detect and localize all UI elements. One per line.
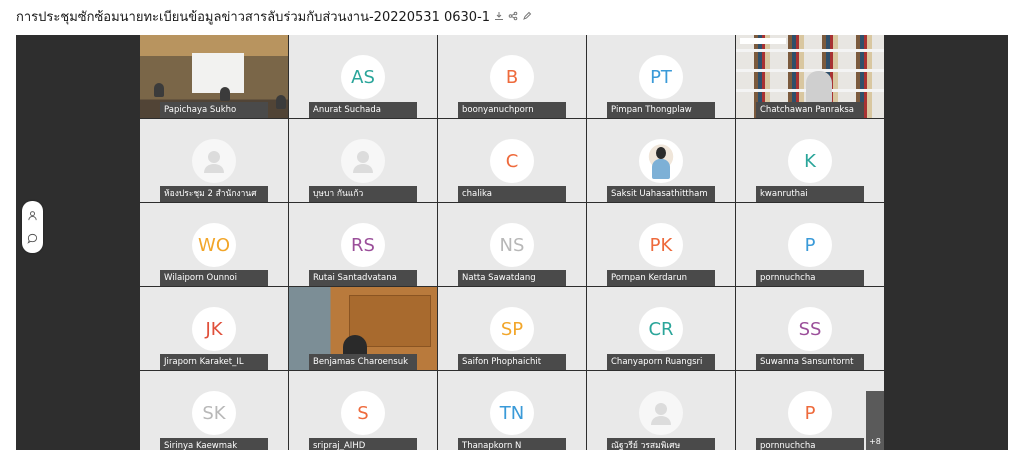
participant-name-label: บุษบา กันแก้ว	[309, 186, 417, 202]
participant-name-label: kwanruthai	[756, 186, 864, 202]
edit-icon[interactable]	[522, 11, 532, 21]
more-participants-count: +8	[869, 437, 881, 446]
participant-name-label: boonyanuchporn	[458, 102, 566, 118]
participant-tile[interactable]: Papichaya Sukho	[140, 35, 288, 118]
participant-tile[interactable]: Benjamas Charoensuk	[289, 287, 437, 370]
participant-tile[interactable]: SK Sirinya Kaewmak	[140, 371, 288, 450]
participant-avatar: SK	[192, 391, 236, 435]
participant-name-label: ห้องประชุม 2 สำนักงานศ	[160, 186, 268, 202]
default-avatar-icon	[192, 139, 236, 183]
participant-name-label: Saifon Phophaichit	[458, 354, 566, 370]
participant-avatar: B	[490, 55, 534, 99]
participant-tile[interactable]: SS Suwanna Sansuntornt	[736, 287, 884, 370]
participant-name-label: pornnuchcha	[756, 270, 864, 286]
participant-tile[interactable]: Cchalika	[438, 119, 586, 202]
participant-name-label: Anurat Suchada	[309, 102, 417, 118]
participant-tile[interactable]: WO Wilaiporn Ounnoi	[140, 203, 288, 286]
participant-tile[interactable]: Ssripraj_AIHD	[289, 371, 437, 450]
participant-avatar: K	[788, 139, 832, 183]
participant-avatar: TN	[490, 391, 534, 435]
participant-avatar: S	[341, 391, 385, 435]
participant-avatar: WO	[192, 223, 236, 267]
participant-tile[interactable]: PK Pornpan Kerdarun	[587, 203, 735, 286]
default-avatar-icon	[341, 139, 385, 183]
participant-tile[interactable]: AS Anurat Suchada	[289, 35, 437, 118]
participant-tile[interactable]: Kkwanruthai	[736, 119, 884, 202]
participant-name-label: Wilaiporn Ounnoi	[160, 270, 268, 286]
participant-grid: Papichaya Sukho AS Anurat Suchada Bboonyanu…	[140, 35, 885, 450]
share-icon[interactable]	[508, 11, 518, 21]
participant-tile[interactable]: ห้องประชุม 2 สำนักงานศ	[140, 119, 288, 202]
video-grid-area: Papichaya Sukho AS Anurat Suchada Bboonyanu…	[16, 35, 1008, 450]
participant-avatar: PK	[639, 223, 683, 267]
participant-avatar: SS	[788, 307, 832, 351]
participant-avatar: SP	[490, 307, 534, 351]
participant-name-label: Thanapkorn N	[458, 438, 566, 450]
participant-name-label: sripraj_AIHD	[309, 438, 417, 450]
participant-tile[interactable]: Chatchawan Panraksa	[736, 35, 884, 118]
participant-tile[interactable]: Ppornnuchcha	[736, 371, 884, 450]
participant-name-label: Papichaya Sukho	[160, 102, 268, 118]
participant-avatar: CR	[639, 307, 683, 351]
participant-tile[interactable]: SP Saifon Phophaichit	[438, 287, 586, 370]
participant-tile[interactable]: บุษบา กันแก้ว	[289, 119, 437, 202]
more-participants-tab[interactable]: +8	[866, 391, 884, 450]
chat-icon[interactable]	[27, 229, 38, 248]
participant-avatar: NS	[490, 223, 534, 267]
participant-name-label: pornnuchcha	[756, 438, 864, 450]
participant-avatar: AS	[341, 55, 385, 99]
participant-name-label: Sirinya Kaewmak	[160, 438, 268, 450]
participant-name-label: Benjamas Charoensuk	[309, 354, 417, 370]
participant-tile[interactable]: ณัฐวรีย์ วรสมพิเศษ	[587, 371, 735, 450]
participant-tile[interactable]: NS Natta Sawatdang	[438, 203, 586, 286]
participant-name-label: Natta Sawatdang	[458, 270, 566, 286]
participant-avatar: P	[788, 223, 832, 267]
participant-tile[interactable]: RS Rutai Santadvatana	[289, 203, 437, 286]
participant-name-label: Pimpan Thongplaw	[607, 102, 715, 118]
participant-name-label: Suwanna Sansuntornt	[756, 354, 864, 370]
participant-name-label: chalika	[458, 186, 566, 202]
participant-name-label: Jiraporn Karaket_IL	[160, 354, 268, 370]
participant-avatar: C	[490, 139, 534, 183]
side-control-panel	[22, 201, 43, 253]
participant-name-label: ณัฐวรีย์ วรสมพิเศษ	[607, 438, 715, 450]
participant-name-label: Chanyaporn Ruangsri	[607, 354, 715, 370]
participant-tile[interactable]: Bboonyanuchporn	[438, 35, 586, 118]
download-icon[interactable]	[494, 11, 504, 21]
meeting-title-bar: การประชุมซักซ้อมนายทะเบียนข้อมูลข่าวสารล…	[16, 6, 532, 26]
participant-name-label: Rutai Santadvatana	[309, 270, 417, 286]
participant-tile[interactable]: Ppornnuchcha	[736, 203, 884, 286]
participant-avatar: P	[788, 391, 832, 435]
participant-tile[interactable]: Saksit Uahasathittham	[587, 119, 735, 202]
participant-tile[interactable]: JK Jiraporn Karaket_IL	[140, 287, 288, 370]
participant-tile[interactable]: TN Thanapkorn N	[438, 371, 586, 450]
participant-name-label: Pornpan Kerdarun	[607, 270, 715, 286]
participants-icon[interactable]	[27, 206, 38, 225]
meeting-title: การประชุมซักซ้อมนายทะเบียนข้อมูลข่าวสารล…	[16, 9, 491, 25]
participant-tile[interactable]: PT Pimpan Thongplaw	[587, 35, 735, 118]
participant-tile[interactable]: CR Chanyaporn Ruangsri	[587, 287, 735, 370]
default-avatar-icon	[639, 391, 683, 435]
participant-avatar: JK	[192, 307, 236, 351]
participant-avatar: RS	[341, 223, 385, 267]
participant-name-label: Saksit Uahasathittham	[607, 186, 715, 202]
participant-photo-avatar	[639, 139, 683, 183]
participant-avatar: PT	[639, 55, 683, 99]
participant-name-label: Chatchawan Panraksa	[756, 102, 864, 118]
